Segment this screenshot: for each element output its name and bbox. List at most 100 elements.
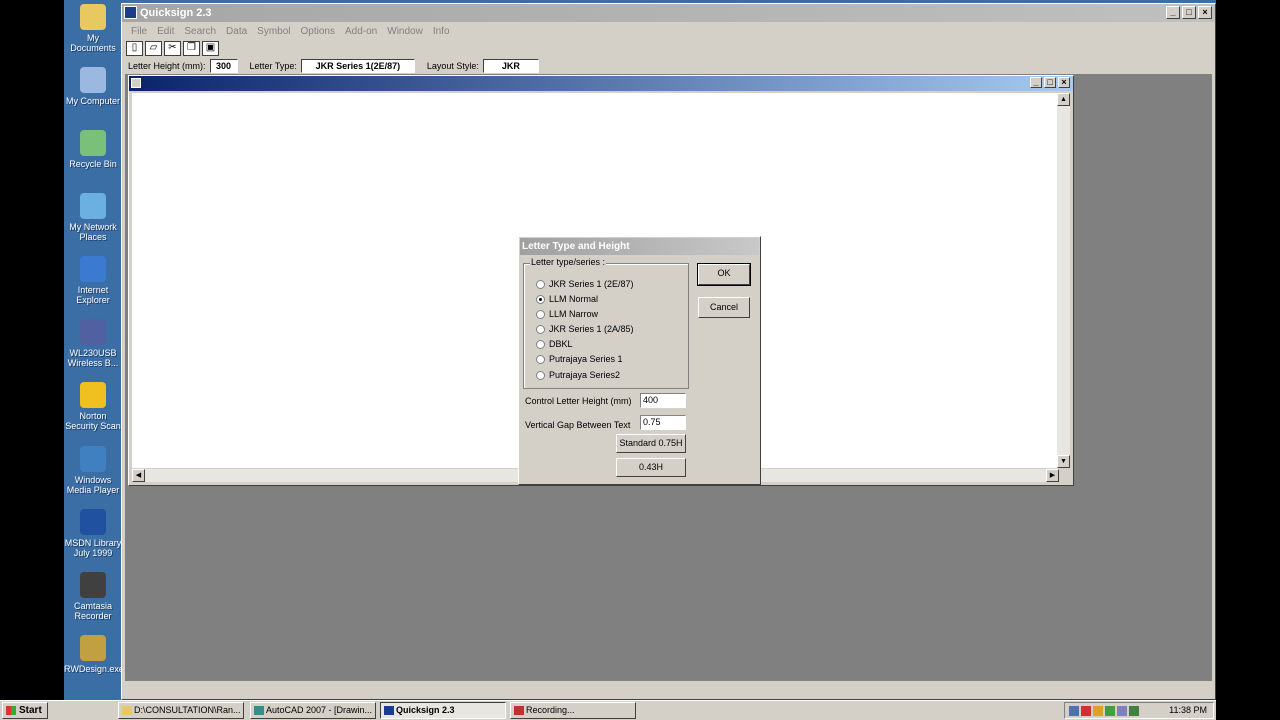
desktop-icon-label: Recycle Bin — [69, 159, 117, 169]
vertical-scrollbar[interactable]: ▲ ▼ — [1057, 93, 1070, 468]
status-bar — [125, 680, 1212, 696]
menu-edit[interactable]: Edit — [152, 26, 179, 37]
shield-icon[interactable] — [1093, 706, 1103, 716]
open-folder-icon[interactable]: ▱ — [145, 41, 162, 56]
option-llm-normal[interactable]: LLM Normal — [536, 292, 598, 306]
update-icon[interactable] — [1129, 706, 1139, 716]
desktop-icon-rwdesign-exe[interactable]: RWDesign.exe — [64, 635, 124, 674]
layout-style-value: JKR — [482, 59, 539, 73]
paste-icon[interactable]: ▣ — [202, 41, 219, 56]
desktop-icon-msdn-library-july-1999[interactable]: MSDN Library July 1999 — [64, 509, 122, 558]
letter-type-value: JKR Series 1(2E/87) — [300, 59, 415, 73]
new-file-icon[interactable]: ▯ — [126, 41, 143, 56]
desktop-icon-my-documents[interactable]: My Documents — [64, 4, 122, 53]
document-icon — [131, 78, 141, 88]
app-titlebar[interactable]: Quicksign 2.3 _ □ × — [122, 4, 1215, 22]
vertical-gap-input[interactable]: 0.75 — [640, 415, 686, 430]
shortcut-icon — [80, 256, 106, 282]
dialog-title: Letter Type and Height — [520, 238, 759, 255]
shortcut-icon — [80, 130, 106, 156]
quicksign-icon — [384, 706, 394, 715]
task-autocad[interactable]: AutoCAD 2007 - [Drawin... — [250, 702, 376, 719]
standard-075h-button[interactable]: Standard 0.75H — [616, 434, 686, 453]
scroll-left-icon[interactable]: ◀ — [132, 469, 145, 482]
system-tray: 11:38 PM — [1064, 702, 1214, 719]
minimize-icon[interactable]: _ — [1166, 6, 1180, 19]
letter-type-group: Letter type/series : JKR Series 1 (2E/87… — [523, 257, 689, 389]
scroll-right-icon[interactable]: ▶ — [1046, 469, 1059, 482]
child-minimize-icon[interactable]: _ — [1030, 77, 1042, 88]
start-button[interactable]: Start — [2, 702, 48, 719]
task-quicksign[interactable]: Quicksign 2.3 — [380, 702, 506, 719]
043h-button[interactable]: 0.43H — [616, 458, 686, 477]
letter-type-dialog[interactable]: Letter Type and Height Letter type/serie… — [518, 236, 761, 485]
child-maximize-icon[interactable]: □ — [1044, 77, 1056, 88]
desktop-icon-wl230usb-wireless-b[interactable]: WL230USB Wireless B... — [64, 319, 122, 368]
desktop-icon-recycle-bin[interactable]: Recycle Bin — [64, 130, 122, 169]
option-putrajaya-2[interactable]: Putrajaya Series2 — [536, 368, 620, 382]
option-llm-narrow[interactable]: LLM Narrow — [536, 307, 598, 321]
shortcut-icon — [80, 446, 106, 472]
desktop-icon-label: My Network Places — [69, 222, 117, 242]
shortcut-icon — [80, 319, 106, 345]
desktop-icon-camtasia-recorder[interactable]: Camtasia Recorder — [64, 572, 122, 621]
shortcut-icon — [80, 67, 106, 93]
recording-icon — [514, 706, 524, 715]
menu-symbol[interactable]: Symbol — [252, 26, 295, 37]
radio-icon[interactable] — [536, 309, 545, 319]
scroll-down-icon[interactable]: ▼ — [1057, 455, 1070, 468]
network-icon[interactable] — [1069, 706, 1079, 716]
letter-type-label: Letter Type: — [249, 61, 297, 71]
copy-icon[interactable]: ❐ — [183, 41, 200, 56]
desktop-icon-my-computer[interactable]: My Computer — [64, 67, 122, 106]
desktop-icon-label: My Documents — [70, 33, 116, 53]
shortcut-icon — [80, 572, 106, 598]
desktop-icon-my-network-places[interactable]: My Network Places — [64, 193, 122, 242]
task-recording[interactable]: Recording... — [510, 702, 636, 719]
radio-icon[interactable] — [536, 339, 545, 349]
scroll-up-icon[interactable]: ▲ — [1057, 93, 1070, 106]
cancel-button[interactable]: Cancel — [698, 297, 750, 318]
tray-app-icon[interactable] — [1105, 706, 1115, 716]
option-dbkl[interactable]: DBKL — [536, 337, 573, 351]
desktop-icon-label: My Computer — [65, 96, 120, 106]
desktop-icon-internet-explorer[interactable]: Internet Explorer — [64, 256, 122, 305]
menu-info[interactable]: Info — [428, 26, 455, 37]
menu-data[interactable]: Data — [221, 26, 252, 37]
radio-icon[interactable] — [536, 354, 545, 364]
antivirus-icon[interactable] — [1081, 706, 1091, 716]
ok-button[interactable]: OK — [697, 263, 751, 286]
control-height-input[interactable]: 400 — [640, 393, 686, 408]
desktop-icon-label: Norton Security Scan — [65, 411, 121, 431]
option-jkr-2e87[interactable]: JKR Series 1 (2E/87) — [536, 277, 634, 291]
scissors-icon[interactable]: ✂ — [164, 41, 181, 56]
menu-file[interactable]: File — [126, 26, 152, 37]
shortcut-icon — [80, 193, 106, 219]
maximize-icon[interactable]: □ — [1182, 6, 1196, 19]
radio-icon[interactable] — [536, 370, 545, 380]
child-close-icon[interactable]: × — [1058, 77, 1070, 88]
volume-icon[interactable] — [1117, 706, 1127, 716]
desktop-icon-label: MSDN Library July 1999 — [64, 538, 122, 558]
option-putrajaya-1[interactable]: Putrajaya Series 1 — [536, 352, 623, 366]
menu-add-on[interactable]: Add-on — [340, 26, 382, 37]
shortcut-icon — [80, 4, 106, 30]
desktop-icon-label: Camtasia Recorder — [73, 601, 112, 621]
option-jkr-2a85[interactable]: JKR Series 1 (2A/85) — [536, 322, 634, 336]
menu-window[interactable]: Window — [382, 26, 428, 37]
close-icon[interactable]: × — [1198, 6, 1212, 19]
menu-search[interactable]: Search — [179, 26, 221, 37]
app-icon — [124, 6, 137, 19]
radio-icon[interactable] — [536, 279, 545, 289]
radio-icon[interactable] — [536, 324, 545, 334]
task-explorer[interactable]: D:\CONSULTATION\Ran... — [118, 702, 244, 719]
menu-options[interactable]: Options — [296, 26, 340, 37]
radio-selected-icon[interactable] — [536, 294, 545, 304]
letter-height-label: Letter Height (mm): — [128, 61, 206, 71]
control-height-label: Control Letter Height (mm) — [525, 396, 632, 406]
desktop-icon-norton-security-scan[interactable]: Norton Security Scan — [64, 382, 122, 431]
shortcut-icon — [80, 635, 106, 661]
drawing-titlebar[interactable]: _ □ × — [129, 76, 1073, 91]
desktop-icon-windows-media-player[interactable]: Windows Media Player — [64, 446, 122, 495]
group-label: Letter type/series : — [530, 257, 607, 267]
